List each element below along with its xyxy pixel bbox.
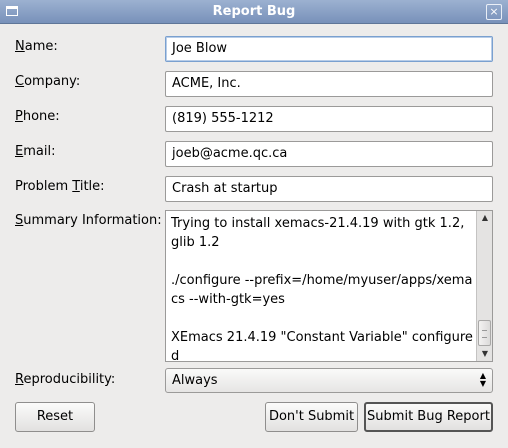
reproducibility-label: Reproducibility: (15, 372, 116, 387)
reproducibility-select[interactable]: Always ▲ ▼ (165, 368, 493, 393)
company-label: Company: (15, 74, 81, 89)
summary-scrollbar[interactable]: ▲ ▼ (476, 211, 492, 361)
summary-text[interactable]: Trying to install xemacs-21.4.19 with gt… (171, 214, 473, 361)
company-field[interactable]: ACME, Inc. (165, 71, 493, 97)
updown-arrows-icon: ▲ ▼ (479, 371, 486, 388)
reset-button[interactable]: Reset (15, 402, 95, 432)
reproducibility-value: Always (172, 373, 218, 388)
email-label: Email: (15, 144, 56, 159)
problem-title-field[interactable]: Crash at startup (165, 176, 493, 202)
name-label: Name: (15, 39, 58, 54)
grip-icon (482, 329, 487, 338)
scrollbar-thumb[interactable] (478, 319, 491, 346)
scroll-down-icon[interactable]: ▼ (479, 348, 491, 360)
close-icon[interactable]: × (486, 4, 502, 20)
summary-label: Summary Information: (15, 213, 162, 228)
submit-bug-report-button[interactable]: Submit Bug Report (364, 402, 493, 432)
summary-textarea[interactable]: Trying to install xemacs-21.4.19 with gt… (165, 210, 493, 362)
scroll-up-icon[interactable]: ▲ (479, 212, 491, 224)
phone-field[interactable]: (819) 555-1212 (165, 106, 493, 132)
dont-submit-button[interactable]: Don't Submit (265, 402, 358, 432)
title-bar[interactable]: Report Bug × (0, 0, 508, 24)
name-field[interactable]: Joe Blow (165, 36, 493, 62)
phone-label: Phone: (15, 109, 60, 124)
email-field[interactable]: joeb@acme.qc.ca (165, 141, 493, 167)
window-title: Report Bug (212, 4, 296, 19)
problem-title-label: Problem Title: (15, 179, 105, 194)
